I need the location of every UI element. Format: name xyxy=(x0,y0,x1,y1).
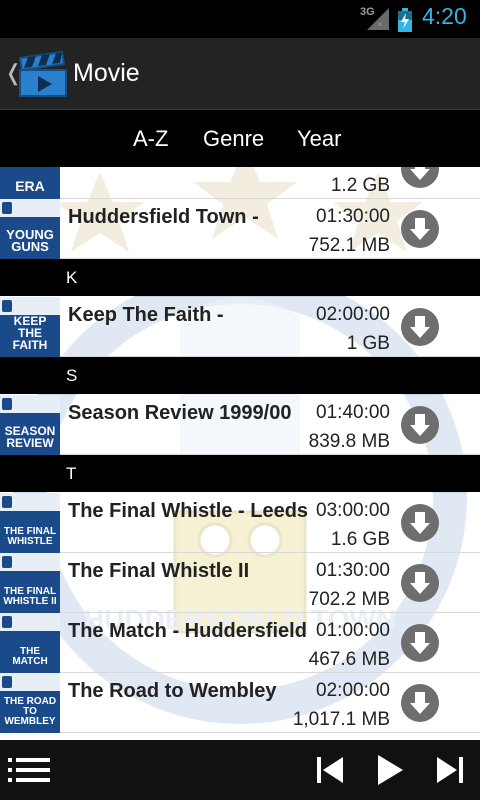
action-bar: ❬ Movie xyxy=(0,38,480,110)
movie-duration: 01:40:00 xyxy=(316,402,390,423)
movie-thumbnail: YOUNG GUNS xyxy=(0,199,60,259)
section-label: K xyxy=(66,268,78,287)
section-label: T xyxy=(66,464,77,483)
club-badge-icon xyxy=(2,300,12,312)
tab-bar: A-Z Genre Year xyxy=(0,110,480,167)
skip-previous-icon[interactable] xyxy=(316,756,344,784)
movie-row[interactable]: THE ROAD TO WEMBLEY The Road to Wembley … xyxy=(0,673,480,733)
movie-title: Season Review 1999/00 xyxy=(68,402,292,424)
tab-a-z[interactable]: A-Z xyxy=(133,126,168,152)
download-icon[interactable] xyxy=(400,623,440,663)
skip-next-icon[interactable] xyxy=(436,756,464,784)
club-badge-icon xyxy=(2,556,12,568)
movie-size: 1,017.1 MB xyxy=(292,709,390,730)
movie-duration: 02:00:00 xyxy=(316,304,390,325)
movie-size: 839.8 MB xyxy=(308,431,390,452)
movie-thumbnail: THE MATCH xyxy=(0,613,60,673)
movie-duration: 01:30:00 xyxy=(316,206,390,227)
movie-thumbnail: THE ROAD TO WEMBLEY xyxy=(0,673,60,733)
movie-size: 1 GB xyxy=(346,333,390,354)
movie-row[interactable]: SEASON REVIEW Season Review 1999/00 01:4… xyxy=(0,395,480,455)
movie-thumbnail: THE FINAL WHISTLE xyxy=(0,493,60,553)
movie-size: 1.2 GB xyxy=(330,175,390,196)
club-badge-icon xyxy=(2,616,12,628)
no-data-icon: × xyxy=(377,19,383,29)
movie-duration: 01:30:00 xyxy=(316,560,390,581)
tab-genre[interactable]: Genre xyxy=(203,126,264,152)
download-icon[interactable] xyxy=(400,503,440,543)
movie-title: The Match - Huddersfield xyxy=(68,620,307,642)
movie-title: Huddersfield Town - xyxy=(68,206,259,228)
status-bar: 3G × 4:20 xyxy=(0,0,480,38)
clock: 4:20 xyxy=(422,3,467,29)
movie-size: 702.2 MB xyxy=(308,589,390,610)
clapperboard-icon[interactable] xyxy=(18,50,68,98)
section-label: S xyxy=(66,366,78,385)
movie-duration: 03:00:00 xyxy=(316,500,390,521)
movie-thumbnail: KEEP THE FAITH xyxy=(0,297,60,357)
movie-thumbnail: ERA xyxy=(0,167,60,199)
movie-title: The Road to Wembley xyxy=(68,680,277,702)
movie-title: The Final Whistle - Leeds xyxy=(68,500,309,522)
movie-title: Keep The Faith - xyxy=(68,304,224,326)
download-icon[interactable] xyxy=(400,405,440,445)
section-header-s: S xyxy=(0,357,480,394)
battery-icon xyxy=(398,8,412,32)
club-badge-icon xyxy=(2,496,12,508)
movie-list[interactable]: HUDDERSFIELD TOWN ERA 1.2 GB YOUNG GUNS … xyxy=(0,167,480,740)
club-badge-icon xyxy=(2,398,12,410)
movie-size: 752.1 MB xyxy=(308,235,390,256)
download-icon[interactable] xyxy=(400,209,440,249)
download-icon[interactable] xyxy=(400,683,440,723)
movie-row[interactable]: YOUNG GUNS Huddersfield Town - 01:30:00 … xyxy=(0,199,480,259)
movie-thumbnail: SEASON REVIEW xyxy=(0,395,60,455)
movie-row[interactable]: ERA 1.2 GB xyxy=(0,167,480,199)
play-icon[interactable] xyxy=(376,754,404,786)
movie-row[interactable]: THE FINAL WHISTLE II The Final Whistle I… xyxy=(0,553,480,613)
movie-thumbnail: THE FINAL WHISTLE II xyxy=(0,553,60,613)
club-badge-icon xyxy=(2,202,12,214)
movie-title: The Final Whistle II xyxy=(68,560,250,582)
player-controls-bar xyxy=(0,740,480,800)
download-icon[interactable] xyxy=(400,307,440,347)
movie-duration: 01:00:00 xyxy=(316,620,390,641)
tab-year[interactable]: Year xyxy=(297,126,341,152)
movie-row[interactable]: KEEP THE FAITH Keep The Faith - 02:00:00… xyxy=(0,297,480,357)
list-menu-icon[interactable] xyxy=(8,756,52,784)
movie-duration: 02:00:00 xyxy=(316,680,390,701)
section-header-t: T xyxy=(0,455,480,492)
movie-row[interactable]: THE FINAL WHISTLE The Final Whistle - Le… xyxy=(0,493,480,553)
download-icon[interactable] xyxy=(400,563,440,603)
download-icon[interactable] xyxy=(400,167,440,189)
movie-row[interactable]: THE MATCH The Match - Huddersfield 01:00… xyxy=(0,613,480,673)
movie-size: 1.6 GB xyxy=(330,529,390,550)
movie-size: 467.6 MB xyxy=(308,649,390,670)
app-title: Movie xyxy=(73,59,140,87)
section-header-k: K xyxy=(0,259,480,296)
club-badge-icon xyxy=(2,676,12,688)
